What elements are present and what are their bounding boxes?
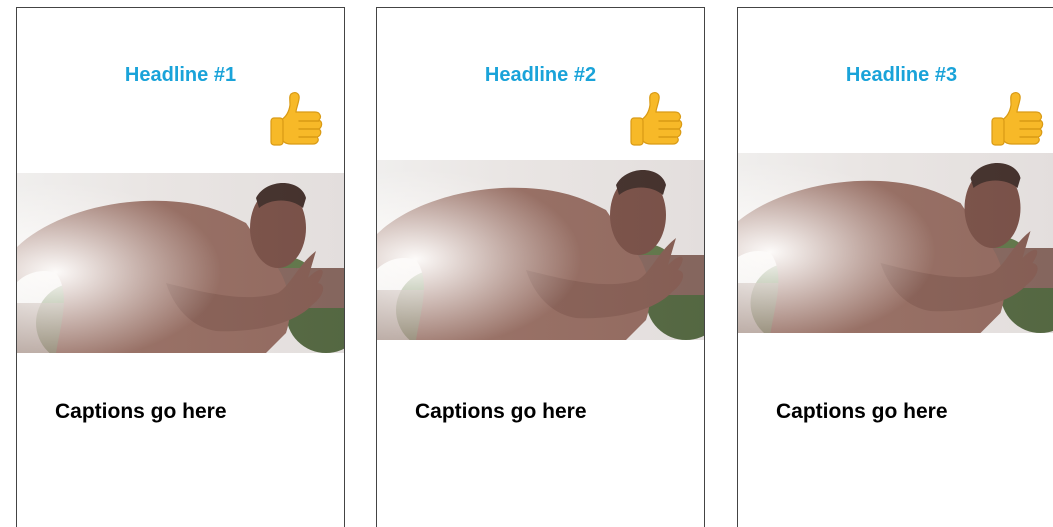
sprinter-photo: [17, 173, 344, 353]
headline-card-1: Headline #1 Captions go here: [16, 7, 345, 527]
headline-card-3: Headline #3 Captions go here: [737, 7, 1053, 527]
card-caption: Captions go here: [55, 400, 227, 423]
card-headline: Headline #3: [845, 64, 958, 86]
thumbs-up-icon[interactable]: [629, 88, 685, 146]
thumbs-up-icon[interactable]: [990, 88, 1046, 146]
headline-card-2: Headline #2 Captions go here: [376, 7, 705, 527]
card-caption: Captions go here: [776, 400, 948, 423]
card-headline: Headline #1: [124, 64, 237, 86]
card-caption: Captions go here: [415, 400, 587, 423]
sprinter-photo: [738, 153, 1053, 333]
sprinter-photo: [377, 160, 704, 340]
card-headline: Headline #2: [484, 64, 597, 86]
thumbs-up-icon[interactable]: [269, 88, 325, 146]
